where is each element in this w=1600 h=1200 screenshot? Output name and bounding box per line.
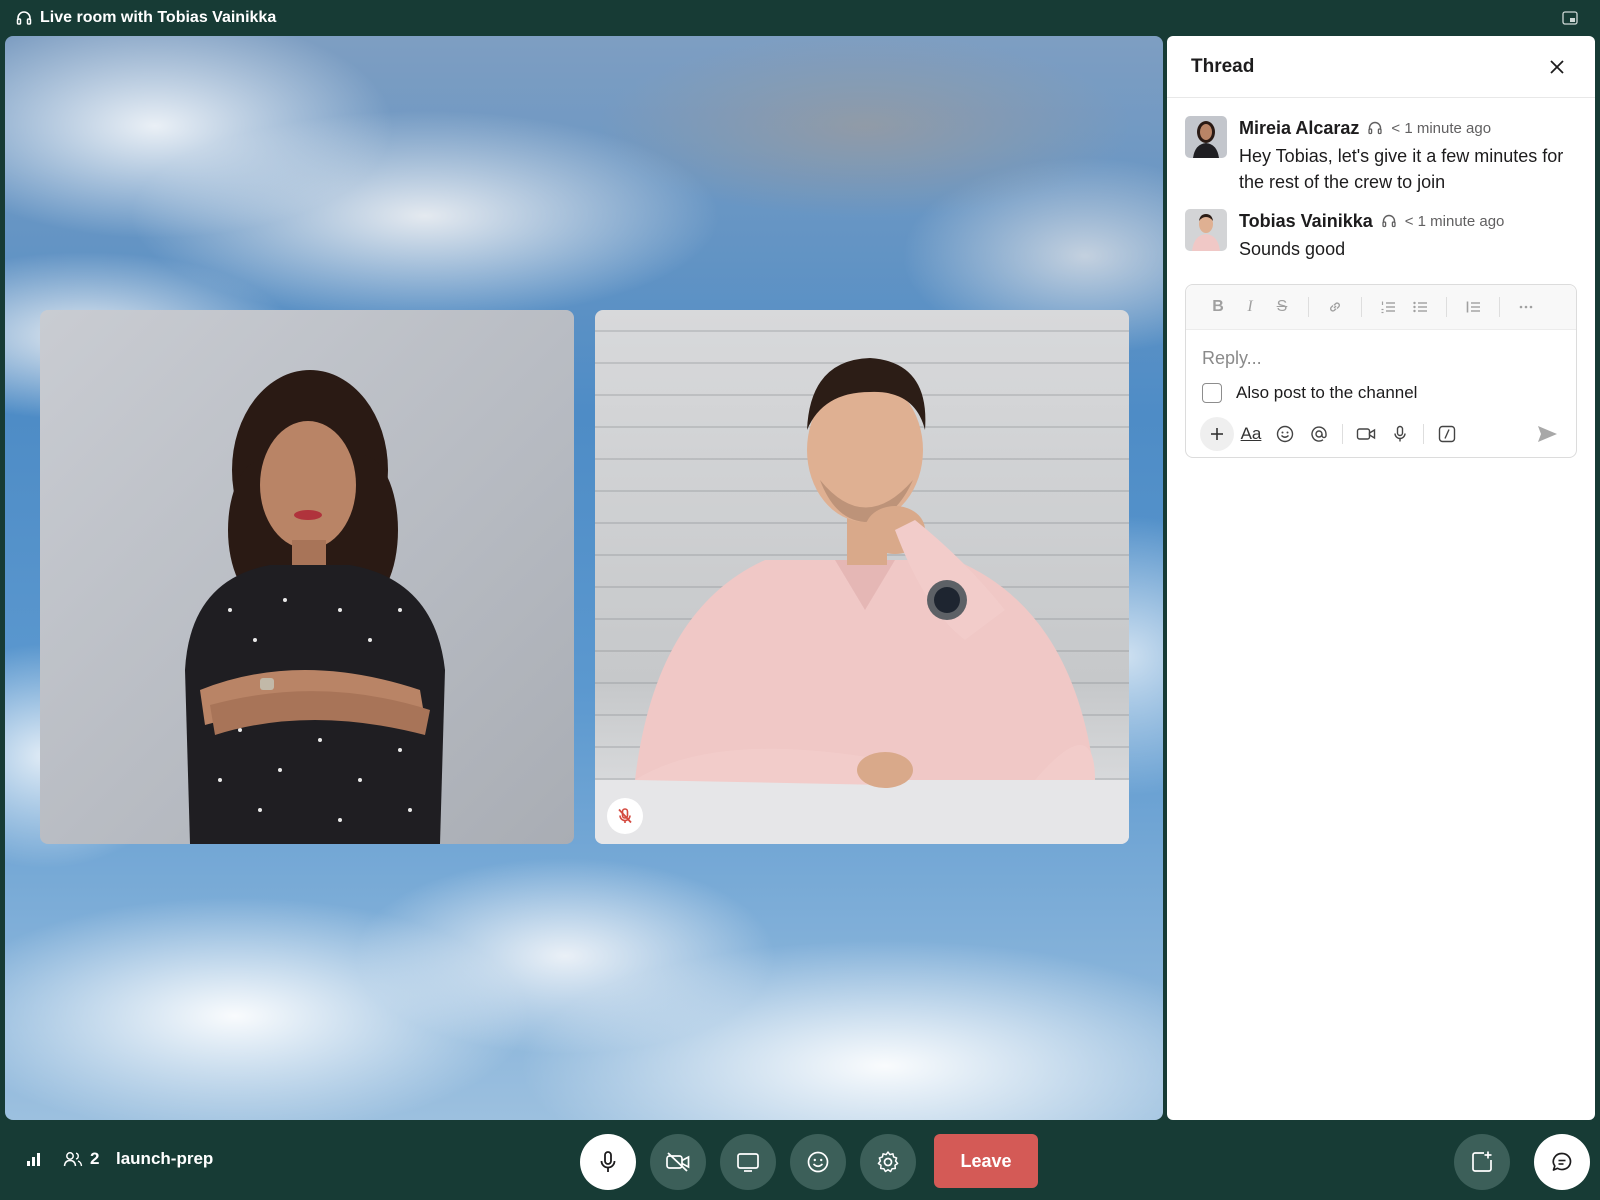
strikethrough-button[interactable]: S (1266, 293, 1298, 321)
participants-icon[interactable] (63, 1150, 83, 1168)
camera-button[interactable] (650, 1134, 706, 1190)
channel-name[interactable]: launch-prep (116, 1149, 213, 1169)
popout-window-icon[interactable] (1562, 10, 1578, 26)
slash-command-icon (1438, 425, 1456, 443)
settings-button[interactable] (860, 1134, 916, 1190)
message-text: Sounds good (1239, 239, 1346, 259)
add-window-icon (1472, 1151, 1492, 1172)
message-list: Mireia Alcaraz < 1 minute ago Hey Tobias… (1167, 98, 1595, 262)
message-body: Tobias Vainikka < 1 minute ago Sounds go… (1239, 209, 1504, 262)
toolbar-divider (1423, 424, 1424, 444)
new-window-button[interactable] (1454, 1134, 1510, 1190)
message-meta: Mireia Alcaraz < 1 minute ago (1239, 116, 1569, 140)
participant-video-tobias (595, 358, 1129, 844)
plus-icon (1211, 428, 1223, 440)
message-meta: Tobias Vainikka < 1 minute ago (1239, 209, 1504, 233)
gear-icon (877, 1151, 899, 1173)
muted-badge (607, 798, 643, 834)
attach-button[interactable] (1200, 417, 1234, 451)
participant-count[interactable]: 2 (90, 1149, 99, 1169)
screen-share-icon (737, 1153, 759, 1172)
italic-button[interactable]: I (1234, 293, 1266, 321)
thread-toggle-button[interactable] (1534, 1134, 1590, 1190)
toolbar-divider (1308, 297, 1309, 317)
message-author[interactable]: Mireia Alcaraz (1239, 118, 1359, 139)
video-clip-button[interactable] (1349, 417, 1383, 451)
headphones-icon (1368, 121, 1383, 135)
bulleted-list-icon (1413, 301, 1427, 313)
formatting-toolbar: B I S (1186, 285, 1576, 330)
participant-tile-mireia[interactable] (40, 310, 574, 844)
leave-button[interactable]: Leave (934, 1134, 1038, 1188)
microphone-icon (1394, 425, 1406, 442)
also-post-option[interactable]: Also post to the channel (1202, 383, 1417, 403)
thread-icon (1552, 1152, 1572, 1171)
toolbar-divider (1361, 297, 1362, 317)
link-button[interactable] (1319, 293, 1351, 321)
avatar-image-tobias (1185, 209, 1227, 251)
mention-button[interactable] (1302, 417, 1336, 451)
format-toggle-button[interactable]: Aa (1234, 417, 1268, 451)
mention-icon (1311, 426, 1327, 442)
avatar[interactable] (1185, 116, 1227, 158)
close-icon[interactable] (1547, 57, 1567, 77)
window-title: Live room with Tobias Vainikka (40, 9, 277, 26)
reply-composer: B I S Reply... Also post to the channel … (1185, 284, 1577, 458)
message-text: Hey Tobias, let's give it a few minutes … (1239, 146, 1564, 192)
message-item[interactable]: Tobias Vainikka < 1 minute ago Sounds go… (1185, 209, 1577, 262)
audio-clip-button[interactable] (1383, 417, 1417, 451)
bold-button[interactable]: B (1202, 293, 1234, 321)
emoji-icon (1276, 425, 1294, 443)
emoji-icon (807, 1151, 829, 1173)
reply-input[interactable] (1202, 345, 1562, 371)
mic-off-icon (618, 808, 632, 824)
bulleted-list-button[interactable] (1404, 293, 1436, 321)
thread-title: Thread (1191, 55, 1255, 77)
toolbar-divider (1499, 297, 1500, 317)
blockquote-icon (1466, 301, 1480, 313)
emoji-button[interactable] (1268, 417, 1302, 451)
window-title-bar: Live room with Tobias Vainikka (0, 0, 1600, 36)
video-camera-icon (1356, 428, 1376, 440)
ordered-list-button[interactable] (1372, 293, 1404, 321)
headphones-icon (1382, 214, 1396, 228)
message-timestamp[interactable]: < 1 minute ago (1405, 213, 1505, 230)
message-item[interactable]: Mireia Alcaraz < 1 minute ago Hey Tobias… (1185, 116, 1577, 195)
message-body: Mireia Alcaraz < 1 minute ago Hey Tobias… (1239, 116, 1569, 195)
participant-tile-tobias[interactable] (595, 310, 1129, 844)
blockquote-button[interactable] (1457, 293, 1489, 321)
send-icon[interactable] (1532, 419, 1562, 449)
video-off-icon (666, 1152, 690, 1172)
call-controls-bar: 2 launch-prep Leave (0, 1120, 1600, 1200)
microphone-icon (600, 1151, 616, 1172)
participant-video-mireia (185, 370, 445, 844)
reactions-button[interactable] (790, 1134, 846, 1190)
toolbar-divider (1342, 424, 1343, 444)
share-screen-button[interactable] (720, 1134, 776, 1190)
video-stage (5, 36, 1163, 1120)
also-post-label[interactable]: Also post to the channel (1236, 383, 1417, 403)
shortcuts-button[interactable] (1430, 417, 1464, 451)
microphone-button[interactable] (580, 1134, 636, 1190)
headphones-icon (16, 11, 32, 25)
avatar-image-mireia (1185, 116, 1227, 158)
message-author[interactable]: Tobias Vainikka (1239, 211, 1373, 232)
ordered-list-icon (1381, 301, 1395, 314)
composer-tools: Aa (1200, 417, 1464, 451)
link-icon (1330, 302, 1340, 312)
toolbar-divider (1446, 297, 1447, 317)
thread-panel: Thread Mireia Alcaraz < 1 minute ago Hey… (1167, 36, 1595, 1120)
connection-strength-icon[interactable] (26, 1151, 44, 1167)
thread-header: Thread (1167, 36, 1595, 98)
more-formatting-button[interactable] (1510, 293, 1542, 321)
avatar[interactable] (1185, 209, 1227, 251)
message-timestamp[interactable]: < 1 minute ago (1391, 120, 1491, 137)
more-icon (1519, 305, 1533, 309)
also-post-checkbox[interactable] (1202, 383, 1222, 403)
